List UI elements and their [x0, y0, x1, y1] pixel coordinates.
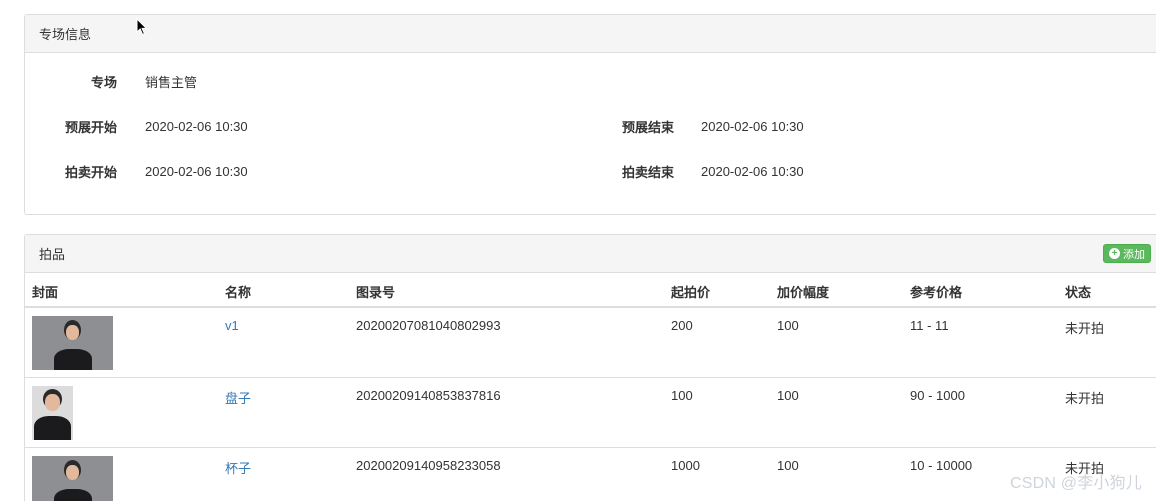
auction-end-value: 2020-02-06 10:30: [701, 163, 804, 179]
ref-price: 10 - 10000: [910, 458, 973, 473]
ref-price: 90 - 1000: [910, 388, 965, 403]
cover-image: [32, 386, 73, 440]
catalog-no: 20200207081040802993: [356, 318, 501, 333]
col-cover: 封面: [32, 285, 59, 300]
preview-start-row: 预展开始 2020-02-06 10:30: [25, 116, 248, 136]
ref-price: 11 - 11: [910, 318, 949, 333]
auction-start-row: 拍卖开始 2020-02-06 10:30: [25, 161, 248, 181]
session-label: 专场: [90, 74, 117, 90]
start-price: 1000: [671, 458, 700, 473]
table-row: v1 20200207081040802993 200 100 11 - 11 …: [25, 308, 1156, 378]
lots-heading: 拍品: [25, 235, 1156, 273]
session-value: 销售主管: [145, 74, 198, 90]
increment: 100: [777, 458, 799, 473]
increment: 100: [777, 388, 799, 403]
plus-circle-icon: +: [1109, 248, 1120, 259]
cover-image: [32, 456, 113, 501]
session-info-panel: 专场信息 专场 销售主管 预展开始 2020-02-06 10:30 预展结束 …: [24, 14, 1156, 215]
session-info-heading: 专场信息: [25, 15, 1156, 53]
lot-name-link[interactable]: 杯子: [225, 458, 251, 477]
col-ref-price: 参考价格: [910, 285, 963, 300]
table-row: 杯子 20200209140958233058 1000 100 10 - 10…: [25, 448, 1156, 501]
preview-end-value: 2020-02-06 10:30: [701, 118, 804, 134]
lots-panel: 拍品 + 添加 封面 名称 图录号 起拍价 加价幅度 参考价格 状态 v1 20…: [24, 234, 1156, 501]
col-name: 名称: [225, 285, 252, 300]
table-row: 盘子 20200209140853837816 100 100 90 - 100…: [25, 378, 1156, 448]
col-status: 状态: [1065, 285, 1092, 300]
preview-end-label: 预展结束: [621, 119, 674, 135]
session-info-title: 专场信息: [39, 27, 92, 42]
lots-title: 拍品: [39, 247, 66, 262]
col-increment: 加价幅度: [777, 285, 830, 300]
start-price: 200: [671, 318, 693, 333]
status: 未开拍: [1065, 391, 1105, 406]
catalog-no: 20200209140958233058: [356, 458, 501, 473]
preview-start-value: 2020-02-06 10:30: [145, 118, 248, 134]
session-row: 专场 销售主管: [25, 71, 197, 91]
table-header: 封面 名称 图录号 起拍价 加价幅度 参考价格 状态: [25, 273, 1156, 308]
col-catalog-no: 图录号: [356, 285, 396, 300]
mouse-cursor-icon: [136, 18, 148, 36]
increment: 100: [777, 318, 799, 333]
lot-name-link[interactable]: 盘子: [225, 388, 251, 407]
start-price: 100: [671, 388, 693, 403]
auction-end-label: 拍卖结束: [621, 164, 674, 180]
status: 未开拍: [1065, 321, 1105, 336]
cover-image: [32, 316, 113, 370]
preview-start-label: 预展开始: [64, 119, 117, 135]
add-lot-button[interactable]: + 添加: [1103, 244, 1151, 263]
auction-start-label: 拍卖开始: [64, 164, 117, 180]
add-lot-label: 添加: [1123, 248, 1145, 261]
preview-end-row: 预展结束 2020-02-06 10:30: [585, 116, 804, 136]
auction-start-value: 2020-02-06 10:30: [145, 163, 248, 179]
catalog-no: 20200209140853837816: [356, 388, 501, 403]
col-start-price: 起拍价: [671, 285, 711, 300]
auction-end-row: 拍卖结束 2020-02-06 10:30: [585, 161, 804, 181]
watermark: CSDN @李小狗儿: [1009, 475, 1142, 492]
lot-name-link[interactable]: v1: [225, 318, 239, 333]
